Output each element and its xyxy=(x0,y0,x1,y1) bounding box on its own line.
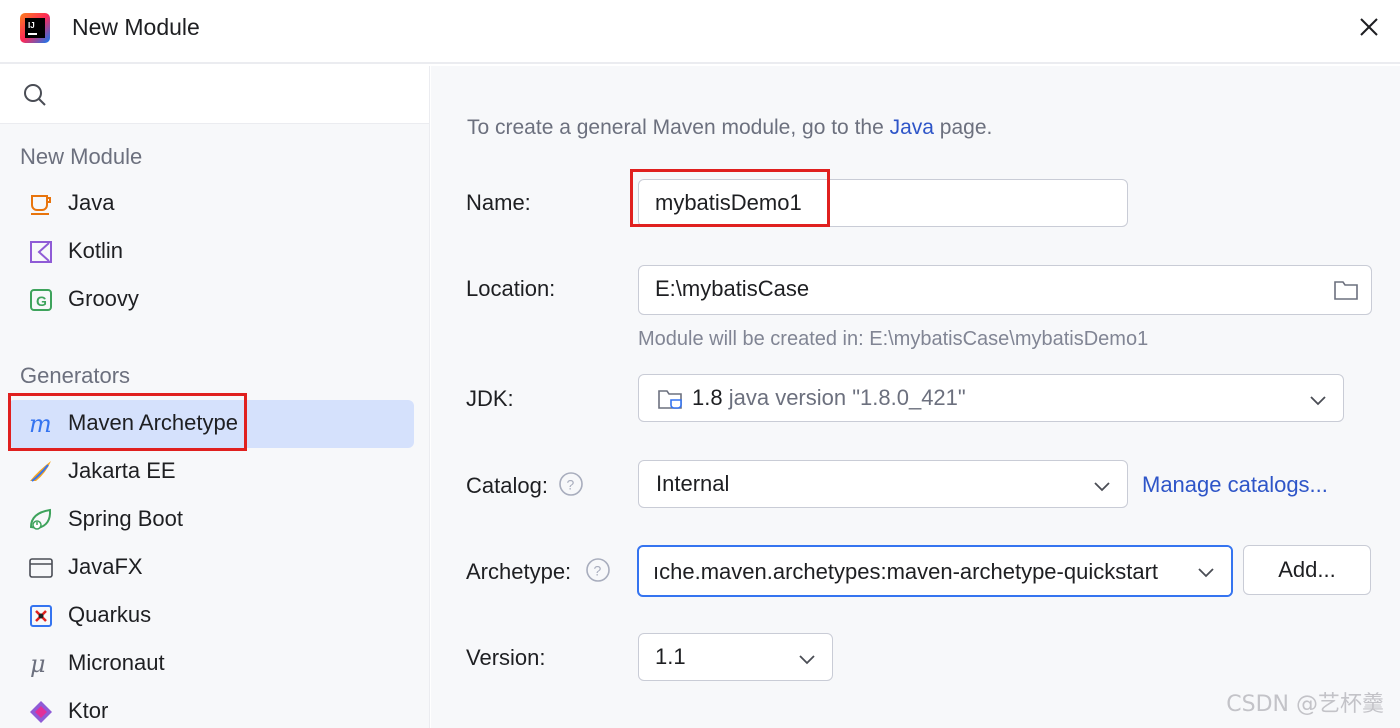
sidebar-item-jakarta-ee[interactable]: Jakarta EE xyxy=(8,448,414,496)
name-label: Name: xyxy=(466,190,531,215)
sidebar-item-maven-archetype[interactable]: m Maven Archetype xyxy=(8,400,414,448)
sidebar-item-label: Java xyxy=(68,190,115,215)
svg-text:?: ? xyxy=(567,477,575,493)
jakarta-ee-icon xyxy=(28,459,54,485)
sidebar-item-label: JavaFX xyxy=(68,554,143,579)
sidebar-item-label: Groovy xyxy=(68,286,139,311)
svg-text:IJ: IJ xyxy=(28,21,35,30)
search-input[interactable] xyxy=(0,66,429,124)
maven-hint: To create a general Maven module, go to … xyxy=(467,116,992,140)
sidebar-item-ktor[interactable]: Ktor xyxy=(8,688,414,728)
intellij-logo-icon: IJ xyxy=(20,13,50,43)
sidebar-item-java[interactable]: Java xyxy=(8,180,414,228)
catalog-select[interactable]: Internal xyxy=(638,460,1128,508)
catalog-value: Internal xyxy=(656,471,730,496)
ktor-icon xyxy=(28,699,54,725)
svg-text:G: G xyxy=(36,293,47,309)
micronaut-icon: μ xyxy=(28,651,54,677)
section-header-new-module: New Module xyxy=(20,144,143,169)
sidebar-item-kotlin[interactable]: Kotlin xyxy=(8,228,414,276)
archetype-label: Archetype: xyxy=(466,559,572,584)
sidebar-item-label: Micronaut xyxy=(68,650,165,675)
catalog-label: Catalog: xyxy=(466,473,548,498)
hint-text-end: page. xyxy=(933,116,993,139)
help-icon[interactable]: ? xyxy=(558,471,584,497)
jdk-select[interactable]: 1.8 java version "1.8.0_421" xyxy=(638,374,1344,422)
sidebar-item-label: Kotlin xyxy=(68,238,124,263)
module-path-hint: Module will be created in: E:\mybatisCas… xyxy=(638,328,1149,350)
chevron-down-icon xyxy=(1310,396,1326,406)
sidebar-item-label: Ktor xyxy=(68,698,109,723)
java-page-link[interactable]: Java xyxy=(890,116,934,139)
javafx-icon xyxy=(28,555,54,581)
maven-icon: m xyxy=(28,411,54,437)
sidebar: New Module Java Kotlin G Groovy Generato… xyxy=(0,66,430,728)
location-field[interactable]: E:\mybatisCase xyxy=(638,265,1372,315)
jdk-folder-icon xyxy=(658,390,682,409)
sidebar-item-label: Quarkus xyxy=(68,602,152,627)
section-header-generators: Generators xyxy=(20,363,131,388)
kotlin-icon xyxy=(28,239,54,265)
svg-text:m: m xyxy=(29,411,52,437)
location-value: E:\mybatisCase xyxy=(655,276,810,301)
hint-text: To create a general Maven module, go to … xyxy=(467,116,890,139)
sidebar-item-spring-boot[interactable]: Spring Boot xyxy=(8,496,414,544)
name-value: mybatisDemo1 xyxy=(655,190,802,215)
svg-text:?: ? xyxy=(594,563,602,579)
folder-icon[interactable] xyxy=(1333,278,1359,302)
chevron-down-icon xyxy=(1094,482,1110,492)
watermark: CSDN @艺杯羹 xyxy=(1226,692,1384,717)
archetype-value: ıche.maven.archetypes:maven-archetype-qu… xyxy=(653,559,1159,584)
sidebar-item-quarkus[interactable]: Quarkus xyxy=(8,592,414,640)
sidebar-item-label: Jakarta EE xyxy=(68,458,176,483)
sidebar-item-javafx[interactable]: JavaFX xyxy=(8,544,414,592)
add-archetype-button[interactable]: Add... xyxy=(1243,545,1371,595)
jdk-detail: java version "1.8.0_421" xyxy=(728,385,966,410)
spring-boot-icon xyxy=(28,507,54,533)
window-title: New Module xyxy=(72,14,200,40)
help-icon[interactable]: ? xyxy=(585,557,611,583)
quarkus-icon xyxy=(28,603,54,629)
sidebar-item-label: Maven Archetype xyxy=(68,410,238,435)
chevron-down-icon xyxy=(1198,568,1214,578)
jdk-version: 1.8 xyxy=(692,385,723,410)
groovy-icon: G xyxy=(28,287,54,313)
java-cup-icon xyxy=(28,191,54,217)
location-label: Location: xyxy=(466,276,556,301)
main-panel: To create a general Maven module, go to … xyxy=(431,66,1400,728)
version-label: Version: xyxy=(466,645,546,670)
svg-text:μ: μ xyxy=(30,651,46,677)
name-field[interactable]: mybatisDemo1 xyxy=(638,179,1128,227)
sidebar-item-groovy[interactable]: G Groovy xyxy=(8,276,414,324)
title-bar: IJ New Module xyxy=(0,0,1400,64)
archetype-select[interactable]: ıche.maven.archetypes:maven-archetype-qu… xyxy=(637,545,1233,597)
sidebar-item-micronaut[interactable]: μ Micronaut xyxy=(8,640,414,688)
chevron-down-icon xyxy=(799,655,815,665)
version-value: 1.1 xyxy=(655,644,686,669)
sidebar-item-label: Spring Boot xyxy=(68,506,183,531)
jdk-label: JDK: xyxy=(466,386,514,411)
search-icon xyxy=(24,84,46,106)
version-select[interactable]: 1.1 xyxy=(638,633,833,681)
manage-catalogs-link[interactable]: Manage catalogs... xyxy=(1142,472,1328,498)
close-icon[interactable] xyxy=(1356,14,1382,40)
